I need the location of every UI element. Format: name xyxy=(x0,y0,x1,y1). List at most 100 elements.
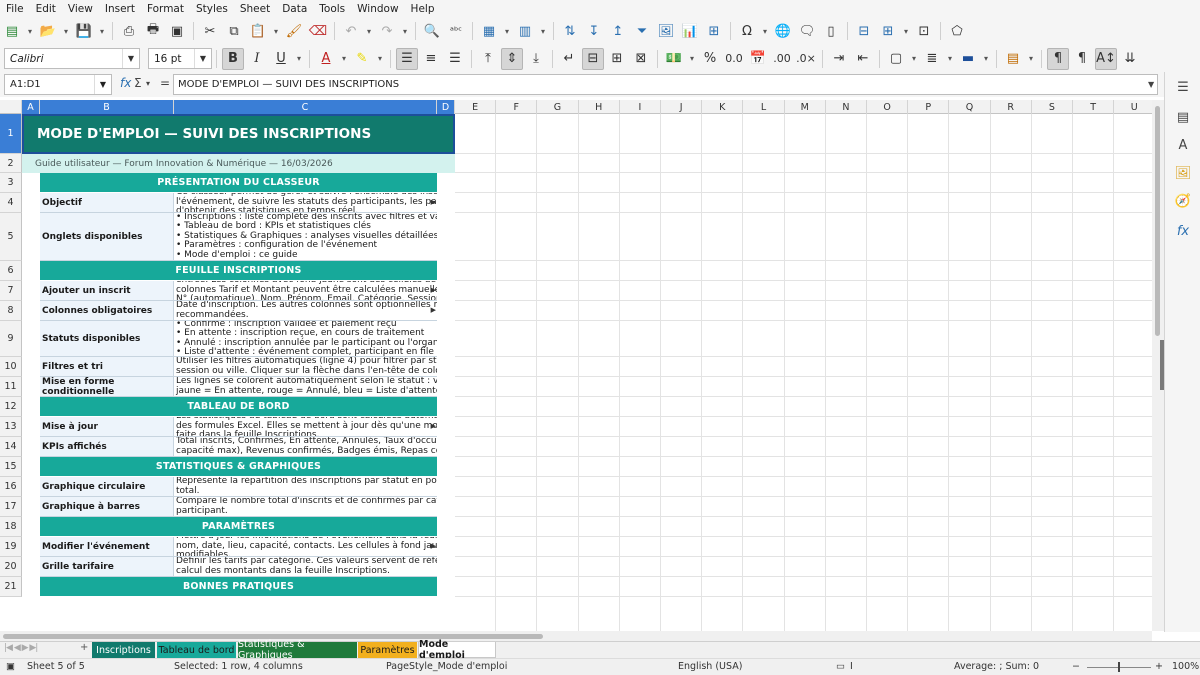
zoom-out-icon[interactable]: − xyxy=(1072,661,1080,672)
menu-window[interactable]: Window xyxy=(351,3,404,15)
sheet-tab-3[interactable]: Statistiques & Graphiques xyxy=(238,639,357,661)
row-header-13[interactable]: 13 xyxy=(0,417,22,437)
row-description[interactable]: Utiliser les filtres automatiques (ligne… xyxy=(173,357,437,377)
comment-icon[interactable]: 🗨 xyxy=(796,20,818,42)
column-header-a[interactable]: A xyxy=(22,100,40,114)
chevron-down-icon[interactable]: ▾ xyxy=(97,20,107,42)
menu-insert[interactable]: Insert xyxy=(99,3,141,15)
row-header-12[interactable]: 12 xyxy=(0,397,22,417)
spelling-icon[interactable]: ᵃᵇᶜ xyxy=(445,20,467,42)
section-header[interactable]: STATISTIQUES & GRAPHIQUES xyxy=(40,457,437,476)
row-label[interactable]: Graphique circulaire xyxy=(40,477,174,497)
header-footer-icon[interactable]: ▯ xyxy=(820,20,842,42)
column-header-j[interactable]: J xyxy=(661,100,703,114)
row-label[interactable]: Ajouter un inscrit xyxy=(40,281,174,301)
menu-format[interactable]: Format xyxy=(141,3,190,15)
chevron-down-icon[interactable]: ▾ xyxy=(945,48,955,70)
chevron-down-icon[interactable]: ▾ xyxy=(687,48,697,70)
text-direction-horizontal-icon[interactable]: A↕ xyxy=(1095,47,1117,70)
bold-icon[interactable]: B xyxy=(222,47,244,70)
column-header-p[interactable]: P xyxy=(908,100,950,114)
row-label[interactable]: KPIs affichés xyxy=(40,437,174,457)
font-color-icon[interactable]: A xyxy=(315,48,337,70)
row-description[interactable]: Total inscrits, Confirmés, En attente, A… xyxy=(173,437,437,457)
split-window-icon[interactable]: ⊡ xyxy=(913,20,935,42)
column-header-m[interactable]: M xyxy=(785,100,826,114)
row-header-18[interactable]: 18 xyxy=(0,517,22,537)
print-icon[interactable]: 🖶 xyxy=(142,20,164,42)
chevron-down-icon[interactable]: ▼ xyxy=(194,49,211,68)
column-header-e[interactable]: E xyxy=(455,100,497,114)
menu-view[interactable]: View xyxy=(62,3,99,15)
italic-icon[interactable]: I xyxy=(246,48,268,70)
section-header[interactable]: BONNES PRATIQUES xyxy=(40,577,437,596)
row-label[interactable]: Graphique à barres xyxy=(40,497,174,517)
percent-format-icon[interactable]: % xyxy=(699,48,721,70)
functions-icon[interactable]: fx xyxy=(1174,222,1192,240)
column-header-t[interactable]: T xyxy=(1073,100,1115,114)
clone-formatting-icon[interactable]: 🖌 xyxy=(283,20,305,42)
vertical-scrollbar[interactable] xyxy=(1152,100,1164,631)
row-description[interactable]: Définir les tarifs par catégorie. Ces va… xyxy=(173,557,437,577)
formula-icon[interactable]: = xyxy=(160,76,170,90)
currency-format-icon[interactable]: 💵 xyxy=(663,48,685,70)
column-header-g[interactable]: G xyxy=(537,100,579,114)
column-header-f[interactable]: F xyxy=(496,100,538,114)
column-header-l[interactable]: L xyxy=(743,100,785,114)
column-header-r[interactable]: R xyxy=(991,100,1032,114)
column-icon[interactable]: ▥ xyxy=(514,20,536,42)
define-print-area-icon[interactable]: ⊟ xyxy=(853,20,875,42)
navigator-icon[interactable]: 🧭 xyxy=(1174,192,1192,210)
merge-cells-icon[interactable]: ⊞ xyxy=(606,48,628,70)
column-header-u[interactable]: U xyxy=(1114,100,1152,114)
row-description[interactable]: Les lignes se colorent automatiquement s… xyxy=(173,377,437,397)
chevron-down-icon[interactable]: ▾ xyxy=(901,20,911,42)
row-label[interactable]: Modifier l'événement xyxy=(40,537,174,557)
pivot-table-icon[interactable]: ⊞ xyxy=(703,20,725,42)
chevron-down-icon[interactable]: ▾ xyxy=(271,20,281,42)
underline-icon[interactable]: U xyxy=(270,48,292,70)
sheet-tab-5[interactable]: Mode d'emploi xyxy=(418,639,496,661)
row-description[interactable]: Ce classeur permet de gérer et suivre l'… xyxy=(173,193,437,213)
sum-icon[interactable]: Σ xyxy=(134,76,142,90)
highlight-color-icon[interactable]: ✎ xyxy=(351,48,373,70)
sheet-subtitle[interactable]: Guide utilisateur — Forum Innovation & N… xyxy=(22,154,455,173)
row-header-6[interactable]: 6 xyxy=(0,261,22,281)
merge-center-icon[interactable]: ⊟ xyxy=(582,47,604,70)
row-header-2[interactable]: 2 xyxy=(0,154,22,173)
menu-data[interactable]: Data xyxy=(276,3,313,15)
chevron-down-icon[interactable]: ▾ xyxy=(760,20,770,42)
column-header-o[interactable]: O xyxy=(867,100,909,114)
undo-icon[interactable]: ↶ xyxy=(340,20,362,42)
row-icon[interactable]: ▦ xyxy=(478,20,500,42)
hyperlink-icon[interactable]: 🌐 xyxy=(772,20,794,42)
sheet-tab-2[interactable]: Tableau de bord xyxy=(157,642,236,658)
section-header[interactable]: TABLEAU DE BORD xyxy=(40,397,437,416)
chevron-down-icon[interactable]: ▾ xyxy=(909,48,919,70)
special-character-icon[interactable]: Ω xyxy=(736,20,758,42)
select-all-corner[interactable] xyxy=(0,100,22,114)
unmerge-cells-icon[interactable]: ⊠ xyxy=(630,48,652,70)
column-header-k[interactable]: K xyxy=(702,100,744,114)
autofilter-icon[interactable]: ⏷ xyxy=(631,20,653,42)
show-draw-functions-icon[interactable]: ⬠ xyxy=(946,20,968,42)
column-header-n[interactable]: N xyxy=(826,100,867,114)
align-center-vertical-icon[interactable]: ⇕ xyxy=(501,47,523,70)
zoom-in-icon[interactable]: + xyxy=(1155,661,1163,672)
row-description[interactable]: Les statistiques du tableau de bord sont… xyxy=(173,417,437,437)
column-header-h[interactable]: H xyxy=(579,100,620,114)
expand-formula-bar-icon[interactable]: ▼ xyxy=(1148,80,1154,89)
row-header-1[interactable]: 1 xyxy=(0,114,22,154)
row-header-15[interactable]: 15 xyxy=(0,457,22,477)
styles-icon[interactable]: A xyxy=(1174,136,1192,154)
text-direction-vertical-icon[interactable]: ⇊ xyxy=(1119,48,1141,70)
menu-icon[interactable]: ☰ xyxy=(1174,78,1192,96)
sheet-title[interactable]: MODE D'EMPLOI — SUIVI DES INSCRIPTIONS xyxy=(22,114,455,154)
row-description[interactable]: • Inscriptions : liste complète des insc… xyxy=(173,213,437,261)
column-header-c[interactable]: C xyxy=(174,100,437,114)
redo-icon[interactable]: ↷ xyxy=(376,20,398,42)
row-description[interactable]: Représente la répartition des inscriptio… xyxy=(173,477,437,497)
align-bottom-icon[interactable]: ⤓ xyxy=(525,48,547,70)
chevron-down-icon[interactable]: ▾ xyxy=(1026,48,1036,70)
font-size-combo[interactable]: 16 pt ▼ xyxy=(148,48,212,69)
